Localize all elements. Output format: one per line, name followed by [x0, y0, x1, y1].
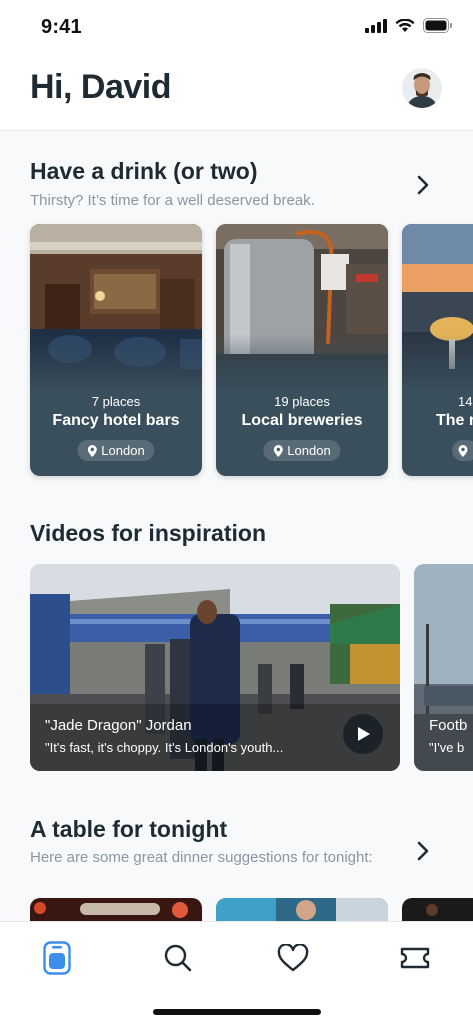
location-pill: London — [263, 440, 341, 461]
drink-card-hotel-bars[interactable]: 7 places Fancy hotel bars London — [30, 224, 202, 476]
status-icons — [365, 18, 453, 33]
video-quote: "I've b — [429, 740, 465, 755]
location-label: London — [287, 443, 331, 458]
card-title: The r — [436, 412, 473, 429]
video-title: "Jade Dragon" Jordan — [45, 717, 192, 734]
tab-favorites[interactable] — [275, 940, 311, 976]
content-scroll[interactable]: Have a drink (or two) Thirsty? It’s time… — [0, 131, 473, 921]
dinner-more-chevron-icon[interactable] — [412, 840, 434, 862]
status-bar: 9:41 — [0, 0, 473, 56]
play-button[interactable] — [343, 714, 383, 754]
drinks-section-title: Have a drink (or two) — [30, 158, 258, 184]
tab-tickets[interactable] — [397, 940, 433, 976]
ticket-icon — [400, 947, 430, 969]
drink-card-breweries[interactable]: 19 places Local breweries London — [216, 224, 388, 476]
dinner-photo-1 — [30, 898, 202, 921]
drinks-section-subtitle: Thirsty? It’s time for a well deserved b… — [30, 192, 315, 209]
header: Hi, David — [0, 56, 473, 131]
card-count: 19 places — [274, 394, 330, 409]
card-count: 14 — [458, 394, 473, 409]
dinner-card-2[interactable] — [216, 898, 388, 921]
heart-icon — [277, 944, 309, 972]
wifi-icon — [395, 18, 415, 32]
play-icon — [358, 727, 370, 741]
dinner-photo-3 — [402, 898, 473, 921]
tab-bar — [0, 921, 473, 1025]
location-pin-icon — [273, 444, 283, 457]
location-label: London — [101, 443, 145, 458]
tab-home[interactable] — [39, 940, 75, 976]
card-fade — [30, 334, 202, 394]
card-fade — [402, 334, 473, 394]
status-time: 9:41 — [41, 16, 82, 38]
card-title: Local breweries — [241, 412, 363, 429]
avatar[interactable] — [402, 68, 442, 108]
battery-icon — [423, 18, 452, 33]
location-pill — [452, 440, 473, 461]
dinner-section-subtitle: Here are some great dinner suggestions f… — [30, 849, 373, 866]
video-title: Footb — [429, 717, 468, 734]
drink-card-partial[interactable]: 14 The r — [402, 224, 473, 476]
location-pin-icon — [87, 444, 97, 457]
tab-search[interactable] — [160, 940, 196, 976]
location-pin-icon — [458, 444, 468, 457]
dinner-card-3[interactable] — [402, 898, 473, 921]
dinner-section-title: A table for tonight — [30, 816, 228, 842]
home-icon — [43, 941, 71, 975]
location-pill: London — [77, 440, 155, 461]
dinner-card-1[interactable] — [30, 898, 202, 921]
signal-icon — [365, 18, 387, 33]
video-quote: "It's fast, it's choppy. It's London's y… — [45, 740, 284, 755]
card-title: Fancy hotel bars — [52, 412, 180, 429]
card-count: 7 places — [91, 394, 141, 409]
video-card-partial[interactable]: Footb "I've b — [414, 564, 473, 771]
dinner-photo-2 — [216, 898, 388, 921]
greeting-title: Hi, David — [30, 68, 171, 106]
card-fade — [216, 334, 388, 394]
video-card-jade-dragon[interactable]: "Jade Dragon" Jordan "It's fast, it's ch… — [30, 564, 400, 771]
videos-section-title: Videos for inspiration — [30, 520, 266, 546]
search-icon — [164, 944, 192, 972]
drinks-more-chevron-icon[interactable] — [412, 174, 434, 196]
home-indicator — [153, 1009, 321, 1015]
